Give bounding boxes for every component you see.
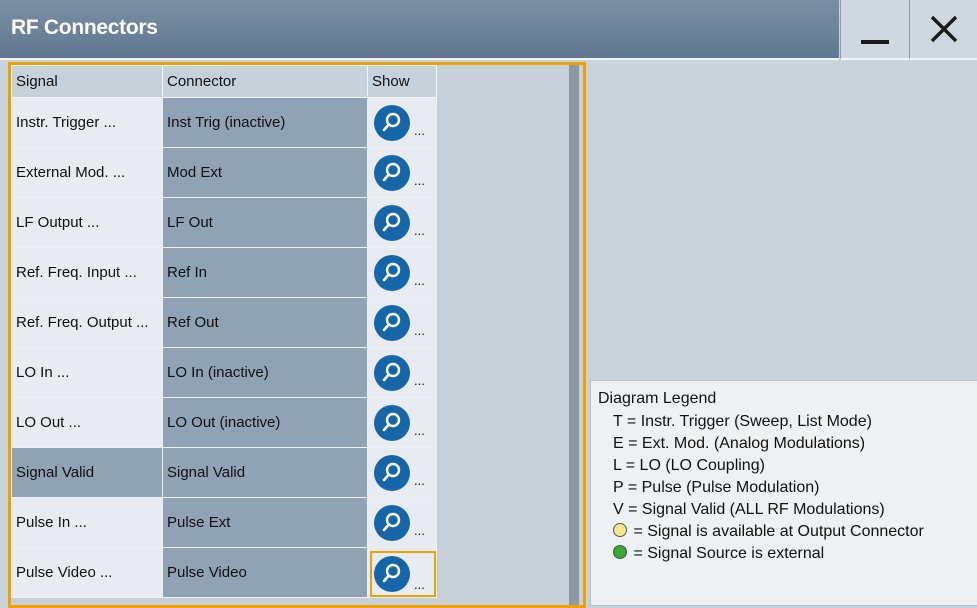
signal-cell[interactable]: LO In ... (11, 347, 163, 398)
show-cell: ... (367, 547, 437, 598)
search-icon (374, 105, 410, 141)
connector-cell: Pulse Video (162, 547, 368, 598)
connector-cell: Inst Trig (inactive) (162, 97, 368, 148)
show-button[interactable]: ... (372, 254, 434, 292)
signal-cell[interactable]: Pulse Video ... (11, 547, 163, 598)
show-cell: ... (367, 97, 437, 148)
table-row: Instr. Trigger ... Inst Trig (inactive)..… (11, 97, 437, 148)
connector-table-panel: Signal Connector Show Instr. Trigger ...… (8, 62, 586, 608)
search-icon (374, 556, 410, 592)
legend-item: T = Instr. Trigger (Sweep, List Mode) (613, 413, 872, 430)
show-more-dots: ... (414, 173, 425, 188)
scrollbar[interactable] (569, 65, 579, 605)
table-row: LF Output ... LF Out... (11, 197, 437, 248)
table-row: LO Out ... LO Out (inactive)... (11, 397, 437, 448)
legend-title: Diagram Legend (598, 390, 717, 407)
minimize-icon (861, 40, 889, 44)
show-cell: ... (367, 447, 437, 498)
table-row: Ref. Freq. Output ... Ref Out... (11, 297, 437, 348)
search-icon (374, 205, 410, 241)
show-cell: ... (367, 197, 437, 248)
connector-cell: Signal Valid (162, 447, 368, 498)
column-header-show: Show (367, 65, 437, 98)
show-button[interactable]: ... (372, 454, 434, 492)
yellow-dot-icon (613, 523, 627, 537)
search-icon (374, 305, 410, 341)
show-cell: ... (367, 397, 437, 448)
connector-table: Signal Connector Show Instr. Trigger ...… (11, 65, 437, 598)
show-cell: ... (367, 247, 437, 298)
show-cell: ... (367, 347, 437, 398)
search-icon (374, 405, 410, 441)
show-button[interactable]: ... (372, 104, 434, 142)
show-button[interactable]: ... (372, 354, 434, 392)
close-icon (930, 15, 958, 43)
show-more-dots: ... (414, 523, 425, 538)
signal-cell[interactable]: Signal Valid (11, 447, 163, 498)
show-more-dots: ... (414, 273, 425, 288)
connector-cell: Mod Ext (162, 147, 368, 198)
close-button[interactable] (909, 0, 977, 60)
legend-item: E = Ext. Mod. (Analog Modulations) (613, 435, 866, 452)
connector-cell: LO In (inactive) (162, 347, 368, 398)
signal-cell[interactable]: LF Output ... (11, 197, 163, 248)
signal-cell[interactable]: LO Out ... (11, 397, 163, 448)
signal-cell[interactable]: External Mod. ... (11, 147, 163, 198)
legend-item: P = Pulse (Pulse Modulation) (613, 479, 820, 496)
connector-cell: Pulse Ext (162, 497, 368, 548)
table-row: Pulse In ... Pulse Ext... (11, 497, 437, 548)
legend-item-text: = Signal Source is external (633, 545, 825, 562)
window-title: RF Connectors (11, 16, 158, 39)
table-row: LO In ... LO In (inactive)... (11, 347, 437, 398)
search-icon (374, 455, 410, 491)
table-row: Pulse Video ... Pulse Video... (11, 547, 437, 598)
signal-cell[interactable]: Ref. Freq. Output ... (11, 297, 163, 348)
search-icon (374, 155, 410, 191)
show-cell: ... (367, 497, 437, 548)
connector-cell: Ref Out (162, 297, 368, 348)
connector-cell: Ref In (162, 247, 368, 298)
show-more-dots: ... (414, 577, 425, 592)
show-cell: ... (367, 147, 437, 198)
table-row: External Mod. ... Mod Ext... (11, 147, 437, 198)
table-row: Ref. Freq. Input ... Ref In... (11, 247, 437, 298)
legend-item: L = LO (LO Coupling) (613, 457, 765, 474)
search-icon (374, 355, 410, 391)
minimize-button[interactable] (840, 0, 909, 60)
table-row: Signal Valid Signal Valid... (11, 447, 437, 498)
show-more-dots: ... (414, 373, 425, 388)
column-header-signal: Signal (11, 65, 163, 98)
diagram-legend: Diagram Legend T = Instr. Trigger (Sweep… (590, 380, 977, 606)
title-bar-main: RF Connectors (0, 0, 839, 60)
show-cell: ... (367, 297, 437, 348)
connector-cell: LF Out (162, 197, 368, 248)
signal-cell[interactable]: Ref. Freq. Input ... (11, 247, 163, 298)
show-button[interactable]: ... (372, 154, 434, 192)
show-button[interactable]: ... (372, 504, 434, 542)
legend-item-available: = Signal is available at Output Connecto… (613, 523, 924, 541)
search-icon (374, 505, 410, 541)
title-bar: RF Connectors (0, 0, 977, 60)
show-button[interactable]: ... (370, 551, 436, 597)
green-dot-icon (613, 545, 627, 559)
show-button[interactable]: ... (372, 404, 434, 442)
signal-cell[interactable]: Instr. Trigger ... (11, 97, 163, 148)
legend-item: V = Signal Valid (ALL RF Modulations) (613, 501, 885, 518)
show-more-dots: ... (414, 423, 425, 438)
column-header-connector: Connector (162, 65, 368, 98)
show-more-dots: ... (414, 223, 425, 238)
connector-cell: LO Out (inactive) (162, 397, 368, 448)
legend-item-text: = Signal is available at Output Connecto… (633, 523, 924, 540)
show-more-dots: ... (414, 473, 425, 488)
table-header-row: Signal Connector Show (11, 65, 437, 98)
show-more-dots: ... (414, 323, 425, 338)
signal-cell[interactable]: Pulse In ... (11, 497, 163, 548)
show-button[interactable]: ... (372, 204, 434, 242)
search-icon (374, 255, 410, 291)
show-more-dots: ... (414, 123, 425, 138)
show-button[interactable]: ... (372, 304, 434, 342)
legend-item-external: = Signal Source is external (613, 545, 824, 563)
